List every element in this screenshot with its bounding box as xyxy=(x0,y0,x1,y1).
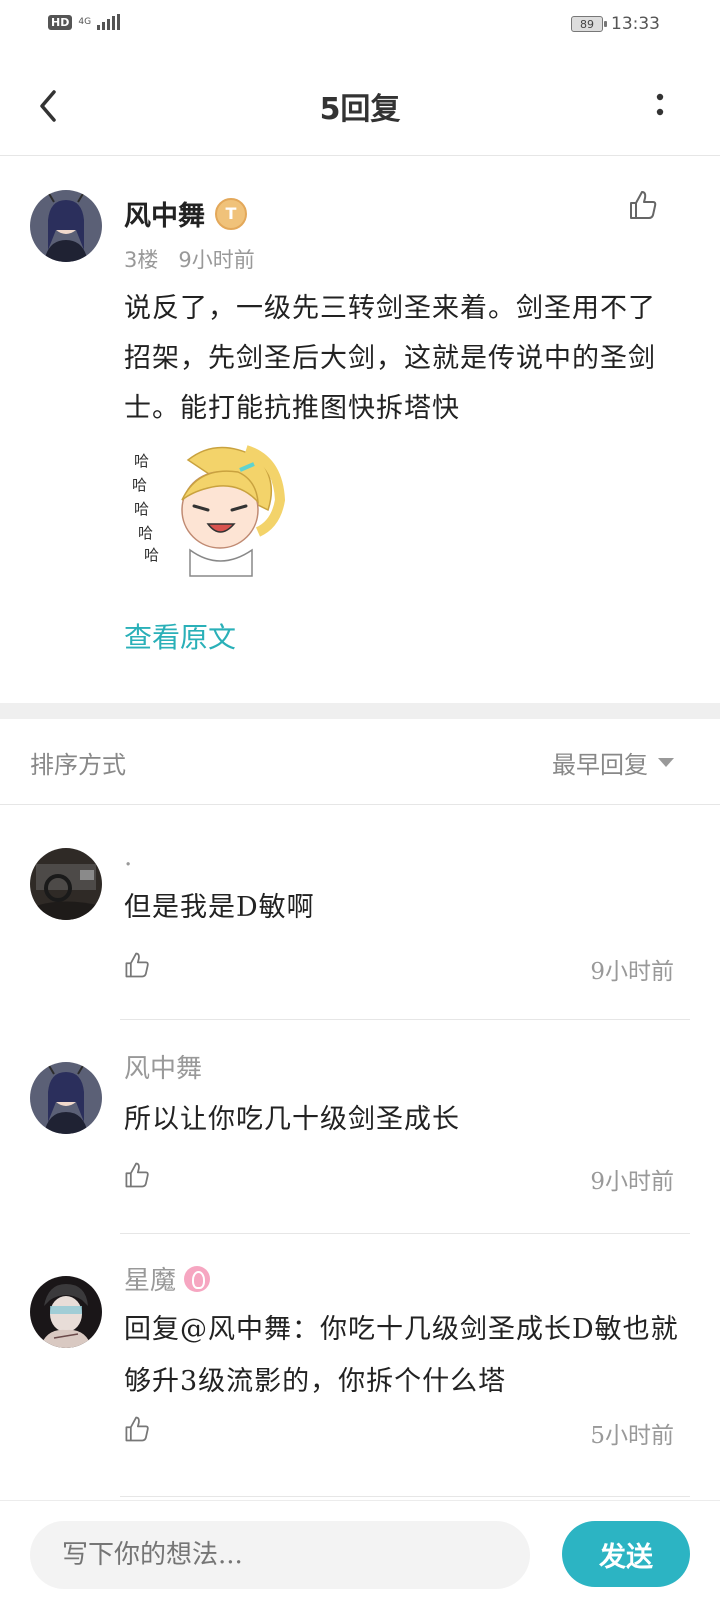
avatar-image xyxy=(30,1062,102,1134)
avatar-image xyxy=(30,1276,102,1348)
thumbs-up-icon xyxy=(125,1162,149,1188)
level-badge: T xyxy=(215,197,247,230)
comment-input[interactable] xyxy=(30,1521,530,1589)
nav-bar: 5回复 xyxy=(0,56,720,156)
avatar-image xyxy=(30,848,102,920)
reply-author[interactable]: . xyxy=(124,842,132,872)
like-button[interactable] xyxy=(626,188,660,222)
clock: 13:33 xyxy=(611,14,660,34)
like-button[interactable] xyxy=(122,1414,152,1444)
laughing-sticker-icon: 哈 哈 哈 哈 哈 xyxy=(132,445,286,577)
post-author[interactable]: 风中舞 T xyxy=(124,194,247,233)
author-name: 星魔 xyxy=(124,1266,177,1296)
author-name: 风中舞 xyxy=(124,201,205,232)
signal-icon xyxy=(97,14,121,30)
view-original-link[interactable]: 查看原文 xyxy=(124,616,236,656)
page-title: 5回复 xyxy=(319,92,401,127)
thumbs-up-icon xyxy=(125,952,149,978)
like-button[interactable] xyxy=(122,950,152,980)
svg-text:哈: 哈 xyxy=(144,546,159,564)
comment-composer: 发送 xyxy=(0,1500,720,1600)
post-time: 9小时前 xyxy=(178,248,255,272)
caret-down-icon xyxy=(658,758,674,767)
network-type: 4G xyxy=(78,16,92,27)
sort-label: 排序方式 xyxy=(30,751,126,779)
author-name: 风中舞 xyxy=(124,1054,203,1084)
main-post: 风中舞 T 3楼 9小时前 说反了，一级先三转剑圣来着。剑圣用不了招架，先剑圣后… xyxy=(0,158,720,703)
floor-number: 3楼 xyxy=(124,248,159,272)
avatar[interactable] xyxy=(30,1062,102,1134)
section-divider xyxy=(0,703,720,719)
reply-text: 回复@风中舞：你吃十几级剑圣成长D敏也就够升3级流影的，你拆个什么塔 xyxy=(124,1314,679,1397)
thumbs-up-icon xyxy=(125,1416,149,1442)
thumbs-up-icon xyxy=(630,191,657,219)
status-right: 89 13:33 xyxy=(571,14,660,34)
battery-icon: 89 xyxy=(571,16,607,32)
post-meta: 3楼 9小时前 xyxy=(124,244,255,274)
svg-text:哈: 哈 xyxy=(132,476,147,494)
sticker-image: 哈 哈 哈 哈 哈 xyxy=(128,440,288,580)
status-bar: HD 4G 89 13:33 xyxy=(0,0,720,48)
reply-author[interactable]: 风中舞 xyxy=(124,1048,202,1085)
reply-time: 5小时前 xyxy=(590,1423,674,1449)
avatar[interactable] xyxy=(30,848,102,920)
hd-badge: HD xyxy=(48,14,73,30)
like-button[interactable] xyxy=(122,1160,152,1190)
reply-author[interactable]: 星魔 xyxy=(124,1260,211,1297)
more-button[interactable] xyxy=(648,86,672,126)
svg-text:哈: 哈 xyxy=(134,500,149,518)
send-button[interactable]: 发送 xyxy=(562,1521,690,1587)
avatar[interactable] xyxy=(30,1276,102,1348)
svg-text:哈: 哈 xyxy=(134,452,149,470)
avatar[interactable] xyxy=(30,190,102,262)
post-body: 说反了，一级先三转剑圣来着。剑圣用不了招架，先剑圣后大剑，这就是传说中的圣剑士。… xyxy=(124,293,656,424)
reply-time: 9小时前 xyxy=(590,959,674,985)
status-left: HD 4G xyxy=(48,14,121,30)
svg-text:哈: 哈 xyxy=(138,524,153,542)
reply-item: 风中舞 所以让你吃几十级剑圣成长 9小时前 xyxy=(0,1020,720,1234)
divider xyxy=(120,1496,690,1497)
reply-text: 所以让你吃几十级剑圣成长 xyxy=(124,1104,460,1135)
sort-selected: 最早回复 xyxy=(552,751,648,779)
author-name: . xyxy=(124,842,133,872)
avatar-image xyxy=(30,190,102,262)
reply-item: . 但是我是D敏啊 9小时前 xyxy=(0,806,720,1020)
reply-item: 星魔 回复@风中舞：你吃十几级剑圣成长D敏也就够升3级流影的，你拆个什么塔 5小… xyxy=(0,1234,720,1498)
reply-time: 9小时前 xyxy=(590,1169,674,1195)
sort-dropdown[interactable]: 最早回复 xyxy=(552,745,674,780)
sort-bar: 排序方式 最早回复 xyxy=(0,719,720,805)
reply-text: 但是我是D敏啊 xyxy=(124,892,315,923)
member-badge-icon xyxy=(184,1265,211,1292)
more-vertical-icon xyxy=(656,93,664,116)
